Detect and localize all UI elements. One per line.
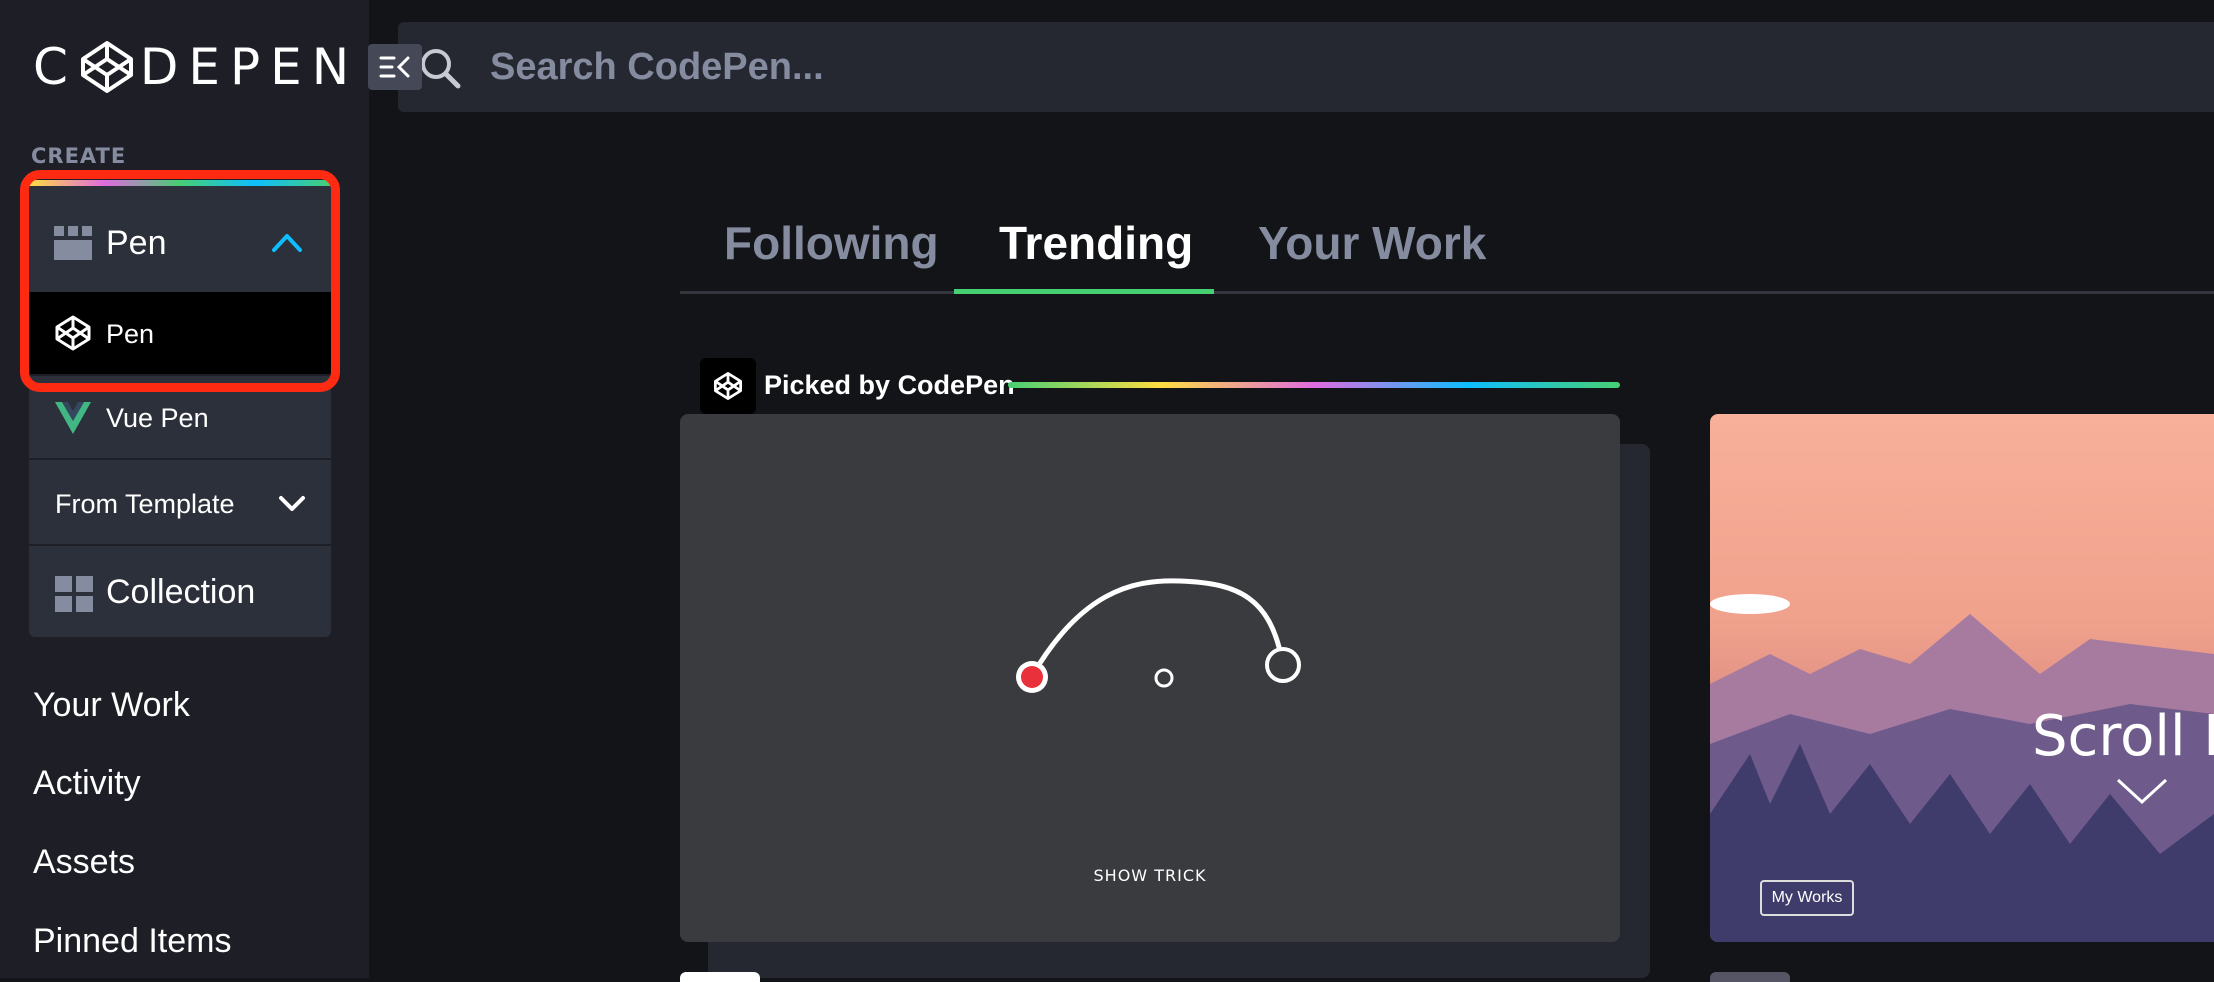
codepen-icon — [713, 371, 743, 401]
feed-tabs: Following Trending Your Work — [680, 200, 2214, 294]
collection-label: Collection — [106, 573, 256, 611]
chevron-down-icon — [2116, 778, 2168, 805]
collection-icon — [55, 576, 93, 612]
pen-item-label: Pen — [106, 319, 155, 349]
vue-pen-label: Vue Pen — [106, 403, 209, 433]
logo-text-right: DEPEN — [139, 38, 360, 96]
scroll-pen-card[interactable]: Scroll D My Works — [1710, 414, 2214, 942]
pen-item[interactable]: Pen — [29, 292, 331, 374]
chevron-up-icon — [272, 234, 302, 252]
from-template-label: From Template — [55, 489, 235, 519]
nav-pinned-items[interactable]: Pinned Items — [33, 922, 231, 961]
search-bar — [398, 22, 2214, 112]
search-input[interactable] — [490, 40, 1390, 94]
create-label: CREATE — [31, 144, 127, 168]
pen-dropdown-header[interactable]: Pen — [29, 186, 331, 292]
sidebar: C DEPEN CREATE Pen Pen Vue Pen From Temp… — [0, 0, 369, 978]
picked-rainbow-bar — [1008, 382, 1620, 388]
collapse-icon — [379, 56, 410, 78]
collection-item[interactable]: Collection — [29, 544, 331, 637]
tab-trending[interactable]: Trending — [999, 216, 1193, 270]
search-icon — [421, 49, 461, 89]
picked-badge — [700, 358, 756, 414]
codepen-logo[interactable]: C DEPEN — [33, 38, 360, 96]
scroll-title: Scroll D — [2032, 704, 2214, 769]
pen-preview-card[interactable]: SHOW TRICK — [680, 414, 1620, 942]
nav-your-work[interactable]: Your Work — [33, 686, 190, 725]
tab-following[interactable]: Following — [724, 216, 939, 270]
create-menu: Pen Pen Vue Pen From Template Collection — [29, 180, 331, 637]
pen-preview-graphic — [1016, 578, 1301, 693]
vue-pen-item[interactable]: Vue Pen — [29, 374, 331, 458]
codepen-logo-icon — [80, 41, 133, 93]
logo-text-left: C — [33, 38, 78, 96]
mountain-scene — [1710, 594, 2214, 942]
card-caption: SHOW TRICK — [1093, 866, 1207, 885]
active-tab-indicator — [954, 289, 1214, 294]
next-card-thumb — [1710, 972, 1790, 982]
chevron-down-icon — [279, 496, 305, 511]
from-template-item[interactable]: From Template — [29, 458, 331, 544]
picked-label: Picked by CodePen — [764, 370, 1015, 400]
my-works-button[interactable]: My Works — [1760, 880, 1854, 916]
collapse-sidebar-button[interactable] — [368, 44, 422, 90]
nav-activity[interactable]: Activity — [33, 764, 141, 803]
vue-icon — [55, 402, 91, 434]
pen-header-label: Pen — [106, 224, 167, 262]
pen-template-icon — [54, 226, 92, 260]
tab-your-work[interactable]: Your Work — [1258, 216, 1486, 270]
nav-assets[interactable]: Assets — [33, 843, 135, 882]
codepen-icon — [55, 315, 91, 351]
next-card-thumb — [680, 972, 760, 982]
